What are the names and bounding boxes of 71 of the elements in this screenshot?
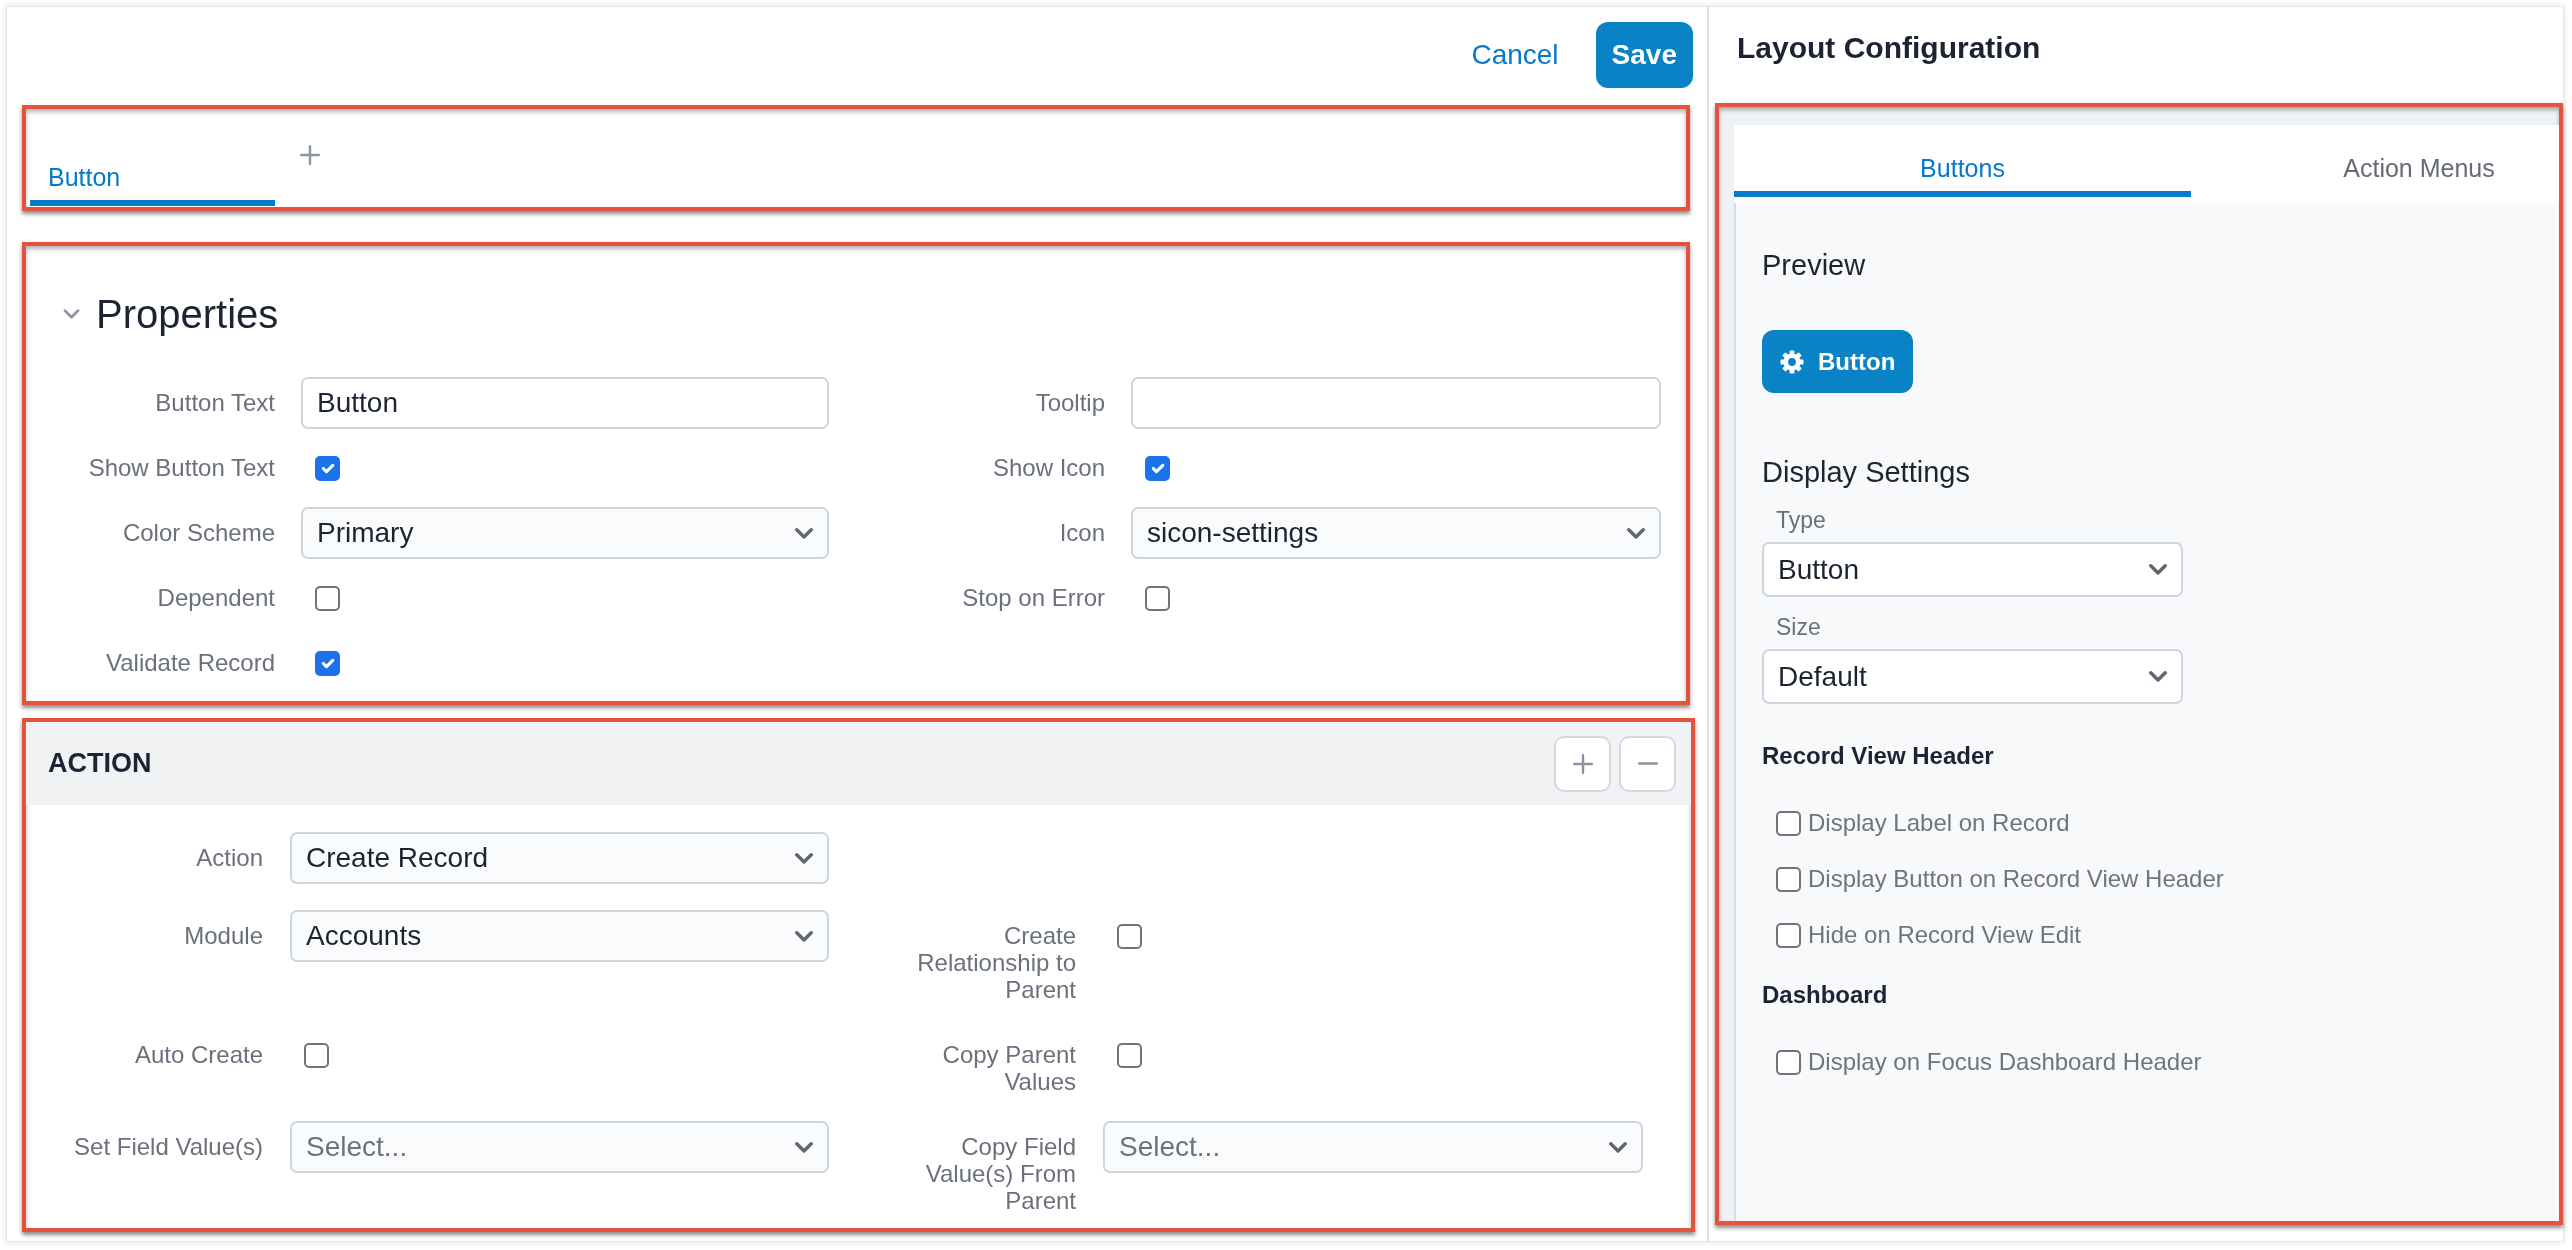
checkbox[interactable] bbox=[315, 650, 340, 676]
field-label: Auto Create bbox=[134, 1040, 263, 1068]
dropdown[interactable]: Select... bbox=[1103, 1121, 1643, 1173]
section-title: ACTION bbox=[48, 747, 152, 781]
checkbox-label: Display Label on Record bbox=[1808, 808, 2070, 838]
checkbox-label: Display Button on Record View Header bbox=[1808, 864, 2224, 894]
chevron-down-icon[interactable] bbox=[63, 309, 80, 319]
add-button[interactable] bbox=[1554, 735, 1611, 792]
plus-icon bbox=[300, 145, 320, 165]
field-label: Action bbox=[196, 843, 263, 871]
group-heading: Dashboard bbox=[1762, 980, 1889, 1010]
tab[interactable]: Buttons bbox=[1734, 125, 2191, 197]
chevron-down-icon bbox=[795, 527, 813, 539]
field-label: Button Text bbox=[155, 388, 275, 416]
field-label: Size bbox=[1775, 613, 1822, 642]
checkbox[interactable] bbox=[1145, 455, 1170, 481]
checkbox[interactable] bbox=[1145, 585, 1170, 611]
chevron-down-icon bbox=[1627, 527, 1645, 539]
cancel-link[interactable]: Cancel bbox=[1471, 33, 1559, 76]
chevron-down-icon bbox=[795, 930, 813, 942]
dropdown[interactable]: Default bbox=[1762, 649, 2183, 704]
checkbox[interactable] bbox=[1117, 1042, 1142, 1068]
checkbox-label: Hide on Record View Edit bbox=[1808, 920, 2082, 950]
dropdown[interactable]: Select... bbox=[290, 1121, 829, 1173]
dropdown[interactable]: Button bbox=[1762, 542, 2183, 597]
checkbox[interactable] bbox=[315, 455, 340, 481]
gear-icon bbox=[1780, 349, 1804, 374]
field-label: Dependent bbox=[157, 583, 275, 611]
tab[interactable]: Button bbox=[30, 154, 275, 206]
field-label: Create Relationship to Parent bbox=[916, 921, 1076, 1003]
chevron-down-icon bbox=[2149, 671, 2167, 682]
group-heading: Record View Header bbox=[1762, 741, 1995, 771]
field-label: Set Field Value(s) bbox=[74, 1132, 263, 1160]
checkbox[interactable] bbox=[304, 1042, 329, 1068]
field-label: Show Button Text bbox=[88, 453, 275, 481]
checkbox[interactable] bbox=[1776, 810, 1801, 836]
text-field[interactable]: Button bbox=[301, 377, 829, 429]
checkbox[interactable] bbox=[1776, 1049, 1801, 1075]
field-label: Show Icon bbox=[992, 453, 1105, 481]
section-heading: Display Settings bbox=[1762, 455, 1971, 490]
chevron-down-icon bbox=[795, 852, 813, 864]
field-label: Tooltip bbox=[1035, 388, 1105, 416]
dropdown[interactable]: Create Record bbox=[290, 832, 829, 884]
chevron-down-icon bbox=[2149, 564, 2167, 575]
field-label: Validate Record bbox=[106, 648, 275, 676]
minus-icon bbox=[1637, 762, 1658, 765]
checkbox[interactable] bbox=[315, 585, 340, 611]
preview-button[interactable]: Button bbox=[1762, 330, 1914, 393]
panel-title: Layout Configuration bbox=[1737, 30, 2041, 66]
field-label: Module bbox=[184, 921, 263, 949]
section-heading: Properties bbox=[96, 291, 279, 338]
chevron-down-icon bbox=[795, 1141, 813, 1153]
checkbox[interactable] bbox=[1776, 922, 1801, 948]
section-heading: Preview bbox=[1762, 248, 1867, 283]
chevron-down-icon bbox=[1609, 1141, 1627, 1153]
field-label: Type bbox=[1775, 506, 1827, 535]
field-label: Copy Parent Values bbox=[941, 1040, 1076, 1095]
dropdown[interactable]: Accounts bbox=[290, 910, 829, 962]
dropdown[interactable]: sicon-settings bbox=[1131, 507, 1661, 559]
dropdown[interactable]: Primary bbox=[301, 507, 829, 559]
save-button[interactable]: Save bbox=[1595, 21, 1693, 88]
text-field[interactable] bbox=[1131, 377, 1661, 429]
field-label: Icon bbox=[1059, 518, 1105, 546]
plus-icon bbox=[1572, 753, 1593, 774]
field-label: Color Scheme bbox=[122, 518, 275, 546]
checkbox[interactable] bbox=[1117, 923, 1142, 949]
field-label: Copy Field Value(s) From Parent bbox=[924, 1132, 1076, 1214]
checkbox-label: Display on Focus Dashboard Header bbox=[1808, 1047, 2202, 1077]
checkbox[interactable] bbox=[1776, 866, 1801, 892]
tab[interactable]: Action Menus bbox=[2191, 125, 2559, 197]
field-label: Stop on Error bbox=[962, 583, 1105, 611]
